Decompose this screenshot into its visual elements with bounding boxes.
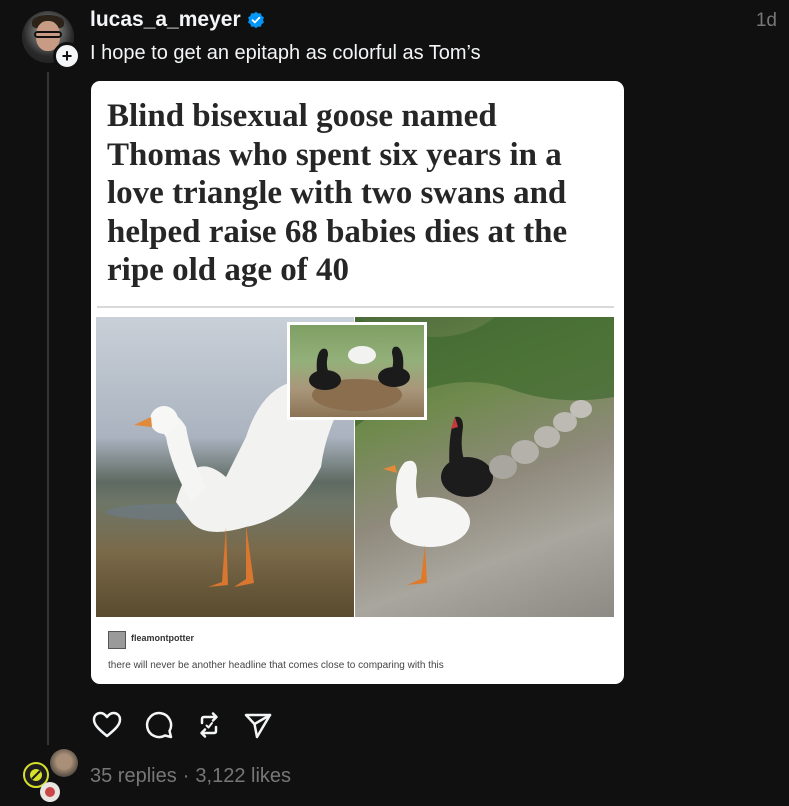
- swans-nest-illustration: [309, 346, 410, 411]
- embedded-image[interactable]: Blind bisexual goose named Thomas who sp…: [91, 81, 624, 684]
- heart-icon[interactable]: [91, 709, 123, 741]
- thread-line: [47, 72, 49, 745]
- blog-text: there will never be another headline tha…: [108, 660, 444, 671]
- post-timestamp: 1d: [755, 10, 777, 31]
- verified-badge-icon: [248, 11, 264, 29]
- post-caption: I hope to get an epitaph as colorful as …: [90, 42, 481, 64]
- likes-count[interactable]: 3,122 likes: [195, 765, 291, 787]
- swans-nest-photo: [287, 322, 427, 420]
- repost-icon[interactable]: [193, 709, 225, 741]
- blog-avatar-icon: [108, 631, 126, 649]
- comment-icon[interactable]: [143, 709, 175, 741]
- reply-avatar-3-icon: [45, 787, 55, 797]
- reply-avatar-3: [40, 782, 60, 802]
- post-stats: 35 replies · 3,122 likes: [90, 765, 291, 788]
- embedded-headline: Blind bisexual goose named Thomas who sp…: [107, 98, 568, 288]
- share-icon[interactable]: [242, 709, 274, 741]
- headline-divider: [97, 306, 614, 308]
- blog-name: fleamontpotter: [131, 633, 194, 643]
- replies-count[interactable]: 35 replies: [90, 765, 177, 787]
- username[interactable]: lucas_a_meyer: [90, 8, 241, 32]
- follow-plus-icon[interactable]: +: [53, 42, 81, 70]
- reply-avatar-2: [50, 749, 78, 777]
- avatar-glasses: [34, 31, 62, 38]
- action-bar: [91, 709, 291, 741]
- stats-separator: ·: [182, 765, 190, 787]
